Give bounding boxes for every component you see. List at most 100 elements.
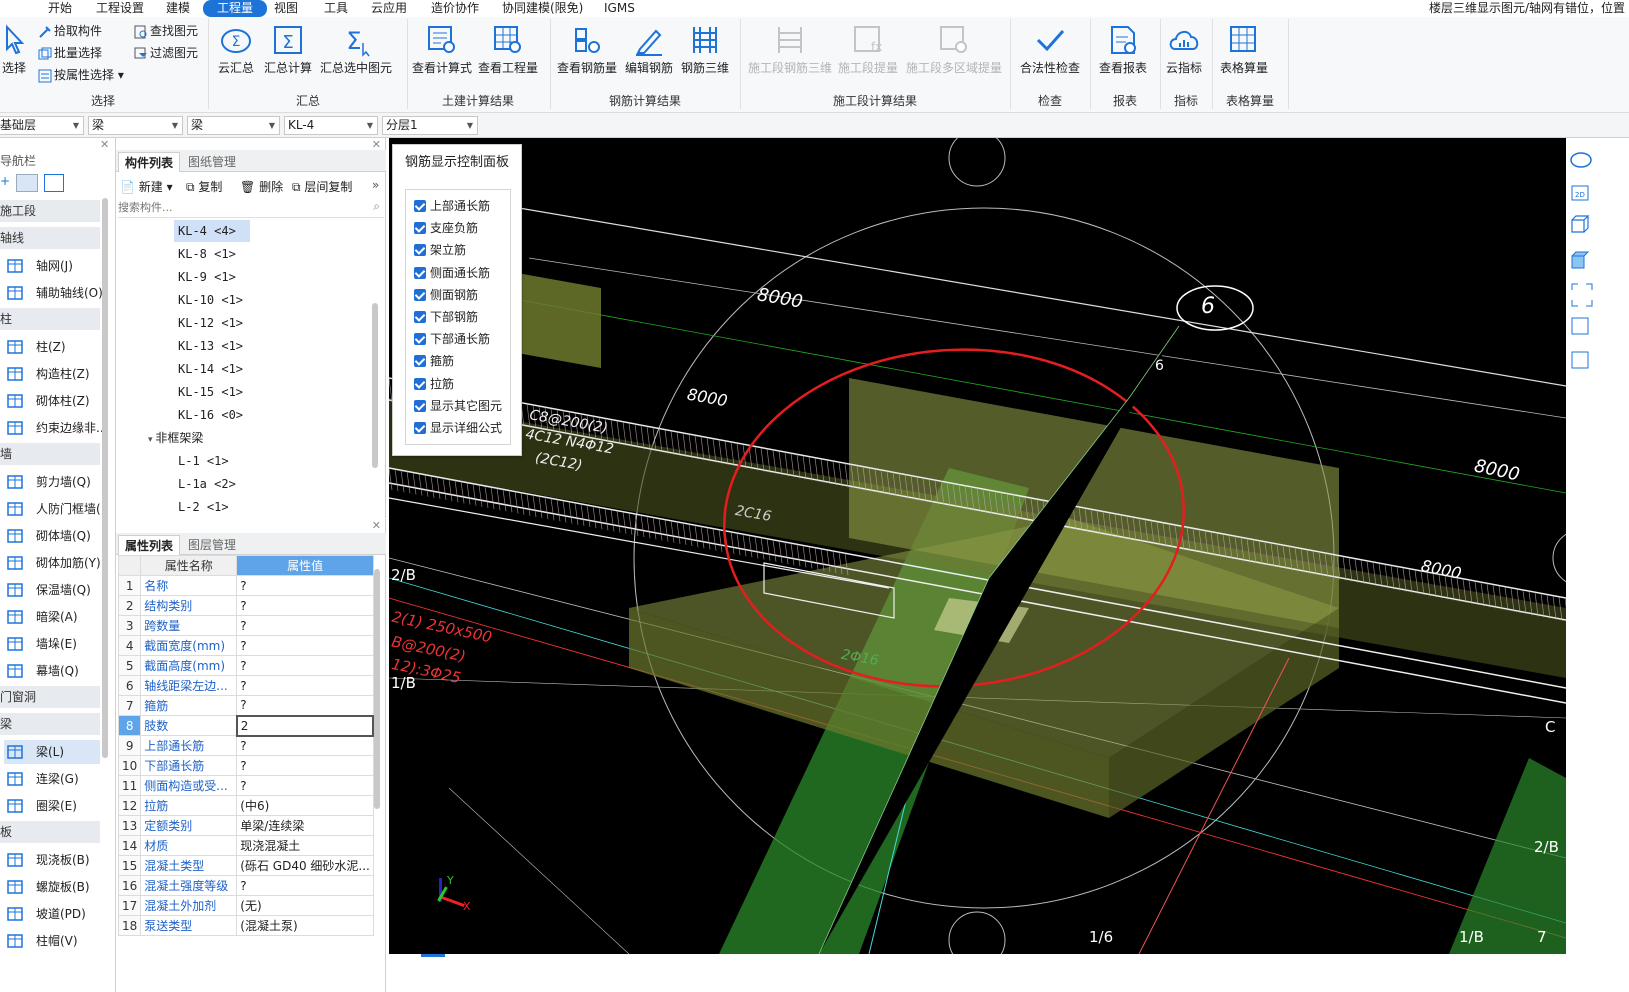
stage-multi-area-button[interactable]: 施工段多区域提量 <box>906 23 1002 76</box>
tree-view-icon[interactable] <box>44 174 64 192</box>
summary-calc-button[interactable]: Σ 汇总计算 <box>264 23 312 76</box>
rebar-3d-button[interactable]: 钢筋三维 <box>681 23 729 76</box>
legality-check-button[interactable]: 合法性检查 <box>1020 23 1080 76</box>
property-row[interactable]: 12 拉筋 (中6) <box>117 795 374 816</box>
component-search[interactable]: ⌕ <box>118 198 384 218</box>
property-value[interactable]: 单梁/连续梁 <box>236 815 374 836</box>
menu-cost-collab[interactable]: 造价协作 <box>431 0 479 17</box>
sidebar-item[interactable]: 人防门框墙( <box>4 497 101 521</box>
sidebar-item[interactable]: 连梁(G) <box>4 767 100 791</box>
sidebar-item[interactable]: 柱(Z) <box>4 335 100 359</box>
sidebar-item[interactable]: 螺旋板(B) <box>4 875 100 899</box>
select-by-attr-button[interactable]: 按属性选择 ▾ <box>38 66 124 83</box>
tree-group[interactable]: ▾ 非框架梁 <box>148 427 203 449</box>
tab-component-list[interactable]: 构件列表 <box>118 152 181 172</box>
menu-cloud[interactable]: 云应用 <box>371 0 407 17</box>
property-value[interactable]: ? <box>236 875 374 896</box>
nav-category[interactable]: 墙 <box>0 443 100 465</box>
property-value[interactable]: (混凝土泵) <box>236 915 374 936</box>
sidebar-item[interactable]: 墙垛(E) <box>4 632 100 656</box>
view-rebar-button[interactable]: 查看钢筋量 <box>557 23 617 76</box>
tree-item[interactable]: L-2 <1> <box>178 496 229 518</box>
property-value[interactable]: ? <box>236 595 374 616</box>
rebar-option-checkbox[interactable]: 拉筋 <box>414 374 454 394</box>
property-row[interactable]: 10 下部通长筋? <box>117 755 374 776</box>
property-value[interactable]: ? <box>236 615 374 636</box>
nav-scrollbar[interactable] <box>102 198 108 758</box>
properties-view-icon[interactable] <box>1566 350 1596 374</box>
checkbox-checked-icon[interactable] <box>414 333 426 346</box>
checkbox-checked-icon[interactable] <box>414 244 426 257</box>
tree-item[interactable]: KL-15 <1> <box>178 381 243 403</box>
sidebar-item[interactable]: 现浇板(B) <box>4 848 100 872</box>
tree-item[interactable]: KL-8 <1> <box>178 243 236 265</box>
property-value[interactable]: ? <box>236 775 374 796</box>
property-row[interactable]: 18 泵送类型 (混凝土泵) <box>117 915 374 936</box>
property-row[interactable]: 16 混凝土强度等级? <box>117 875 374 896</box>
tab-layer-manage[interactable]: 图层管理 <box>182 535 242 555</box>
type-select[interactable]: 梁 ▼ <box>187 116 280 135</box>
checkbox-checked-icon[interactable] <box>414 266 426 279</box>
property-value[interactable]: ? <box>236 755 374 776</box>
copy-button[interactable]: ⧉ 复制 <box>186 178 222 195</box>
floor-select[interactable]: 基础层 ▼ <box>0 116 84 135</box>
props-scrollbar[interactable] <box>374 569 380 809</box>
tree-item[interactable]: KL-4 <4> <box>174 220 250 242</box>
menu-igms[interactable]: IGMS <box>604 0 635 17</box>
checkbox-checked-icon[interactable] <box>414 422 426 434</box>
property-row[interactable]: 14 材质 现浇混凝土 <box>117 835 374 856</box>
sidebar-item[interactable]: 剪力墙(Q) <box>4 470 100 494</box>
property-value[interactable]: ? <box>236 635 374 656</box>
tree-item[interactable]: KL-10 <1> <box>178 289 243 311</box>
list-view-icon[interactable] <box>16 174 38 192</box>
sidebar-item[interactable]: 砌体加筋(Y) <box>4 551 101 575</box>
tab-property-list[interactable]: 属性列表 <box>118 535 181 555</box>
view-formula-button[interactable]: 查看计算式 <box>412 23 472 76</box>
sidebar-item[interactable]: 构造柱(Z) <box>4 362 100 386</box>
shaded-view-icon[interactable] <box>1566 248 1596 272</box>
fit-view-icon[interactable] <box>1566 282 1596 306</box>
sidebar-item[interactable]: 柱帽(V) <box>4 929 100 953</box>
rebar-option-checkbox[interactable]: 侧面钢筋 <box>414 285 478 305</box>
view-report-button[interactable]: 查看报表 <box>1099 23 1147 76</box>
new-button[interactable]: 📄 新建 ▾ <box>120 178 173 195</box>
checkbox-checked-icon[interactable] <box>414 222 426 235</box>
property-row[interactable]: 9 上部通长筋? <box>117 735 374 756</box>
property-row[interactable]: 17 混凝土外加剂 (无) <box>117 895 374 916</box>
view-2d-icon[interactable] <box>1566 182 1596 206</box>
sidebar-item[interactable]: 圈梁(E) <box>4 794 100 818</box>
display-settings-icon[interactable] <box>1566 316 1596 340</box>
checkbox-checked-icon[interactable] <box>414 311 426 323</box>
rebar-option-checkbox[interactable]: 下部通长筋 <box>414 329 490 349</box>
batch-select-button[interactable]: 批量选择 <box>38 44 102 61</box>
property-value[interactable]: ? <box>236 575 374 596</box>
nav-category[interactable]: 轴线 <box>0 227 100 249</box>
sidebar-item[interactable]: 辅助轴线(O) <box>4 281 103 305</box>
menu-modeling[interactable]: 建模 <box>166 0 190 17</box>
property-row[interactable]: 2 结构类别? <box>117 595 374 616</box>
rebar-option-checkbox[interactable]: 下部钢筋 <box>414 307 478 327</box>
sidebar-item[interactable]: 砌体柱(Z) <box>4 389 100 413</box>
sidebar-item[interactable]: 幕墙(Q) <box>4 659 100 683</box>
checkbox-checked-icon[interactable] <box>414 355 426 368</box>
tree-scrollbar[interactable] <box>372 303 378 468</box>
rebar-option-checkbox[interactable]: 显示详细公式 <box>414 418 502 438</box>
menu-tools[interactable]: 工具 <box>324 0 348 17</box>
rebar-option-checkbox[interactable]: 侧面通长筋 <box>414 263 490 283</box>
menu-view[interactable]: 视图 <box>274 0 298 17</box>
tree-item[interactable]: L-1a <2> <box>178 473 236 495</box>
rebar-option-checkbox[interactable]: 箍筋 <box>414 351 454 371</box>
sidebar-item[interactable]: 轴网(J) <box>4 254 100 278</box>
tree-item[interactable]: KL-13 <1> <box>178 335 243 357</box>
tab-drawing-manage[interactable]: 图纸管理 <box>182 152 242 172</box>
tree-item[interactable]: KL-14 <1> <box>178 358 243 380</box>
property-row[interactable]: 5 截面高度(mm)? <box>117 655 374 676</box>
property-value[interactable]: (中6) <box>236 795 374 816</box>
rebar-option-checkbox[interactable]: 架立筋 <box>414 240 466 260</box>
property-value[interactable]: ? <box>236 695 374 716</box>
nav-category[interactable]: 门窗洞 <box>0 686 100 708</box>
rebar-option-checkbox[interactable]: 显示其它图元 <box>414 396 502 416</box>
tree-item[interactable]: KL-9 <1> <box>178 266 236 288</box>
tree-item[interactable]: L-1 <1> <box>178 450 229 472</box>
menu-quantity[interactable]: 工程量 <box>203 0 268 17</box>
